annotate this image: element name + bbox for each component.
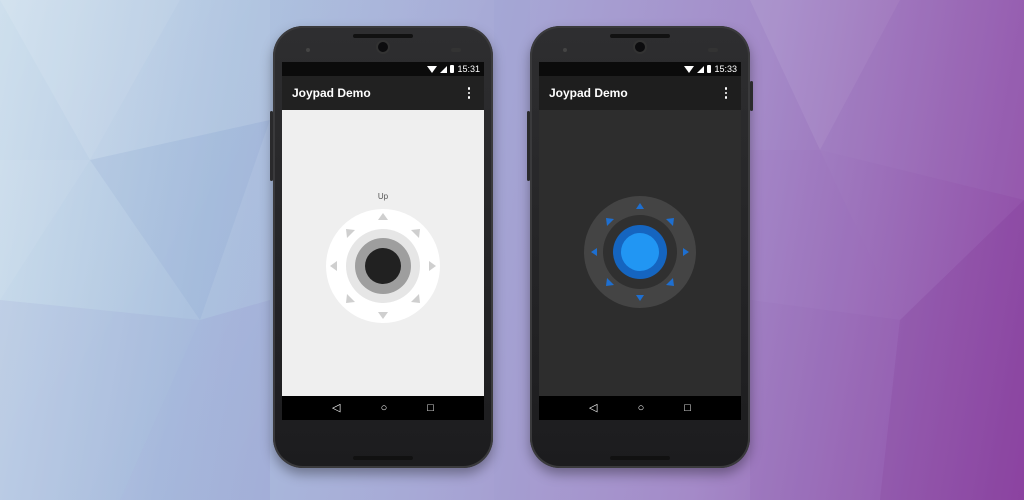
- content-area: Up: [282, 110, 484, 396]
- status-time: 15:33: [714, 64, 737, 74]
- app-bar: Joypad Demo: [539, 76, 741, 110]
- navigation-bar: ◁ ○ □: [282, 396, 484, 420]
- joypad[interactable]: [326, 209, 440, 323]
- recents-icon[interactable]: □: [427, 402, 434, 414]
- joypad[interactable]: [584, 196, 696, 308]
- phone-light: 15:31 Joypad Demo Up ◁ ○ □: [270, 26, 493, 468]
- home-icon[interactable]: ○: [638, 402, 645, 414]
- joypad-knob[interactable]: [365, 248, 401, 284]
- app-title: Joypad Demo: [549, 86, 628, 100]
- bottom-speaker: [353, 456, 413, 460]
- front-camera: [635, 42, 645, 52]
- content-area: [539, 110, 741, 396]
- status-bar: 15:33: [539, 62, 741, 76]
- earpiece-speaker: [353, 34, 413, 38]
- side-button: [750, 81, 753, 111]
- wifi-icon: [684, 65, 695, 73]
- joypad-knob[interactable]: [621, 233, 659, 271]
- more-vert-icon[interactable]: [721, 83, 732, 103]
- home-icon[interactable]: ○: [381, 402, 388, 414]
- wifi-icon: [427, 65, 438, 73]
- proximity-sensor: [563, 48, 567, 52]
- screen: 15:31 Joypad Demo Up ◁ ○ □: [282, 62, 484, 420]
- side-button: [527, 111, 530, 181]
- back-icon[interactable]: ◁: [332, 402, 340, 414]
- navigation-bar: ◁ ○ □: [539, 396, 741, 420]
- more-vert-icon[interactable]: [464, 83, 475, 103]
- phone-dark: 15:33 Joypad Demo ◁ ○ □: [527, 26, 753, 468]
- bottom-speaker: [610, 456, 670, 460]
- signal-icon: [697, 65, 705, 73]
- direction-label: Up: [377, 192, 389, 201]
- side-button: [270, 111, 273, 181]
- app-title: Joypad Demo: [292, 86, 371, 100]
- background-pattern: [0, 0, 1024, 500]
- light-sensor: [708, 48, 718, 52]
- proximity-sensor: [306, 48, 310, 52]
- battery-icon: [707, 65, 712, 73]
- light-sensor: [451, 48, 461, 52]
- app-bar: Joypad Demo: [282, 76, 484, 110]
- back-icon[interactable]: ◁: [589, 402, 597, 414]
- status-bar: 15:31: [282, 62, 484, 76]
- recents-icon[interactable]: □: [684, 402, 691, 414]
- screen: 15:33 Joypad Demo ◁ ○ □: [539, 62, 741, 420]
- earpiece-speaker: [610, 34, 670, 38]
- front-camera: [378, 42, 388, 52]
- signal-icon: [440, 65, 448, 73]
- status-time: 15:31: [457, 64, 480, 74]
- battery-icon: [450, 65, 455, 73]
